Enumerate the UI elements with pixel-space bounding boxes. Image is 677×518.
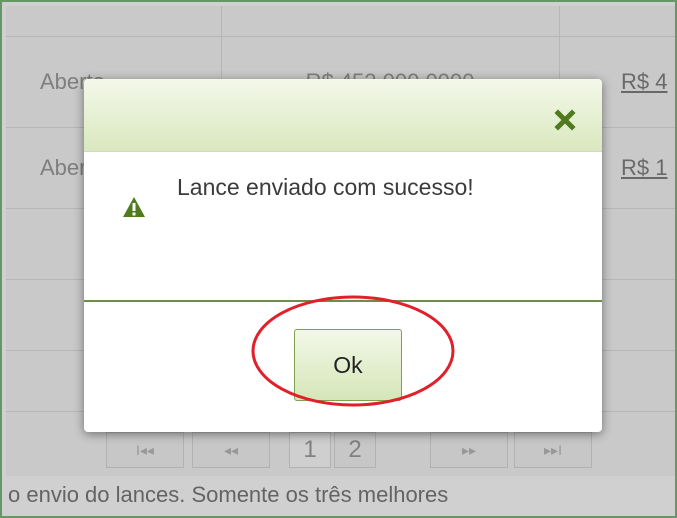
alert-dialog: Lance enviado com sucesso! Ok bbox=[84, 79, 602, 432]
dialog-message: Lance enviado com sucesso! bbox=[177, 174, 474, 200]
dialog-divider bbox=[84, 300, 602, 302]
ok-button[interactable]: Ok bbox=[294, 329, 402, 401]
dialog-header bbox=[84, 79, 602, 152]
close-icon[interactable] bbox=[554, 109, 576, 131]
dialog-body: Lance enviado com sucesso! bbox=[84, 152, 602, 300]
warning-icon bbox=[122, 196, 146, 218]
